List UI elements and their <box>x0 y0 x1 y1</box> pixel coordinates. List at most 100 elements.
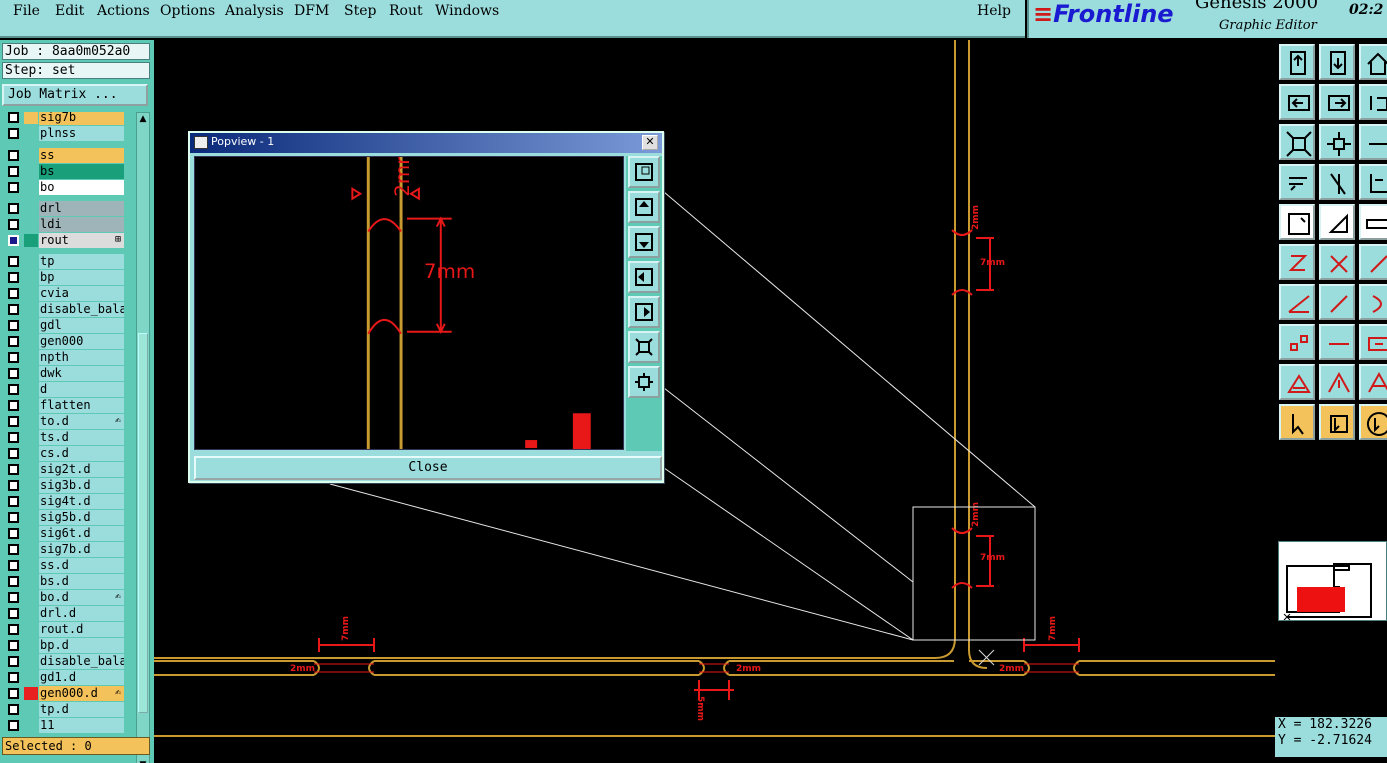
cross-button[interactable] <box>1319 244 1355 280</box>
layer-row[interactable]: ldi <box>2 217 124 232</box>
layer-checkbox[interactable] <box>8 128 19 139</box>
layer-name[interactable]: ts.d <box>39 430 124 445</box>
layer-name[interactable]: npth <box>39 350 124 365</box>
layer-checkbox[interactable] <box>8 150 19 161</box>
popview-close-icon[interactable]: ✕ <box>642 135 658 150</box>
pan-bottom-button[interactable] <box>1319 44 1355 80</box>
layer-checkbox[interactable] <box>8 368 19 379</box>
layer-name[interactable]: tp <box>39 254 124 269</box>
menu-analysis[interactable]: Analysis <box>225 3 284 19</box>
popview-close-button[interactable]: Close <box>194 456 662 480</box>
layer-name[interactable]: cs.d <box>39 446 124 461</box>
layer-checkbox[interactable] <box>8 272 19 283</box>
layer-name[interactable]: gen000 <box>39 334 124 349</box>
layer-row[interactable]: bs <box>2 164 124 179</box>
layer-checkbox[interactable] <box>8 219 19 230</box>
layer-row[interactable]: rout ⊞ <box>2 233 124 248</box>
layer-row[interactable]: gen000.d ✍ <box>2 686 124 701</box>
layer-name[interactable]: sig5b.d <box>39 510 124 525</box>
layer-row[interactable]: ss.d <box>2 558 124 573</box>
layer-name[interactable]: gen000.d ✍ <box>39 686 124 701</box>
scale-1to2-button[interactable] <box>1359 124 1387 160</box>
layer-checkbox[interactable] <box>8 544 19 555</box>
layer-row[interactable]: cvia <box>2 286 124 301</box>
layer-row[interactable]: bs.d <box>2 574 124 589</box>
pv-pan-down-button[interactable] <box>628 226 660 258</box>
window-menu-icon[interactable] <box>194 136 208 149</box>
layer-checkbox[interactable] <box>8 496 19 507</box>
pan-left-button[interactable] <box>1279 84 1315 120</box>
layer-name[interactable]: flatten <box>39 398 124 413</box>
mirror-button[interactable] <box>1359 364 1387 400</box>
ruler-button[interactable] <box>1359 204 1387 240</box>
layer-scrollbar[interactable]: ▲ ▼ <box>136 112 150 763</box>
line-button[interactable] <box>1279 284 1315 320</box>
pv-pan-up-button[interactable] <box>628 191 660 223</box>
layer-checkbox[interactable] <box>8 336 19 347</box>
layer-checkbox[interactable] <box>8 512 19 523</box>
undo-zoom-button[interactable] <box>1359 84 1387 120</box>
move-button[interactable] <box>1279 364 1315 400</box>
layer-row[interactable]: bp <box>2 270 124 285</box>
diag-line-button[interactable] <box>1319 284 1355 320</box>
layer-checkbox[interactable] <box>8 464 19 475</box>
layer-row[interactable]: bo.d ✍ <box>2 590 124 605</box>
measure-tool-button[interactable] <box>1279 164 1315 200</box>
layer-row[interactable]: tp <box>2 254 124 269</box>
layer-row[interactable]: flatten <box>2 398 124 413</box>
menu-actions[interactable]: Actions <box>97 3 150 19</box>
connect-button[interactable] <box>1359 244 1387 280</box>
layer-name[interactable]: drl <box>39 201 124 216</box>
layer-checkbox[interactable] <box>8 608 19 619</box>
layer-name[interactable]: disable_bala <box>39 302 124 317</box>
layer-checkbox[interactable] <box>8 704 19 715</box>
layer-checkbox[interactable] <box>8 576 19 587</box>
menu-dfm[interactable]: DFM <box>294 3 329 19</box>
layer-checkbox[interactable] <box>8 592 19 603</box>
pan-top-button[interactable] <box>1279 44 1315 80</box>
select-obj-button[interactable] <box>1279 204 1315 240</box>
snap-off-button[interactable] <box>1319 164 1355 200</box>
layer-name[interactable]: plnss <box>39 126 124 141</box>
layer-checkbox[interactable] <box>8 528 19 539</box>
layer-row[interactable]: disable_bala <box>2 654 124 669</box>
rotate-button[interactable] <box>1319 364 1355 400</box>
layer-row[interactable]: sig7b.d <box>2 542 124 557</box>
layer-name[interactable]: bo.d ✍ <box>39 590 124 605</box>
layer-name[interactable]: cvia <box>39 286 124 301</box>
layer-name[interactable]: sig7b.d <box>39 542 124 557</box>
overview-minimap[interactable] <box>1278 541 1387 621</box>
layer-row[interactable]: dwk <box>2 366 124 381</box>
layer-name[interactable]: 11 <box>39 718 124 733</box>
layer-name[interactable]: sig7b <box>39 112 124 125</box>
layer-row[interactable]: gdl <box>2 318 124 333</box>
layer-checkbox[interactable] <box>8 288 19 299</box>
layer-name[interactable]: bo <box>39 180 124 195</box>
popview-canvas[interactable]: 2mm 7mm <box>194 156 624 450</box>
arc-button[interactable] <box>1359 284 1387 320</box>
layer-row[interactable]: ss <box>2 148 124 163</box>
layer-row[interactable]: gen000 <box>2 334 124 349</box>
polygon-button[interactable] <box>1319 204 1355 240</box>
layer-checkbox[interactable] <box>8 203 19 214</box>
layer-row[interactable]: ts.d <box>2 430 124 445</box>
layer-name[interactable]: d <box>39 382 124 397</box>
layer-row[interactable]: disable_bala <box>2 302 124 317</box>
pointer-button[interactable] <box>1279 404 1315 440</box>
layer-row[interactable]: to.d ✍ <box>2 414 124 429</box>
layer-row[interactable]: sig2t.d <box>2 462 124 477</box>
layer-color-swatch[interactable] <box>24 112 38 124</box>
layer-row[interactable]: sig6t.d <box>2 526 124 541</box>
layer-checkbox[interactable] <box>8 304 19 315</box>
layer-name[interactable]: bs <box>39 164 124 179</box>
layer-row[interactable]: 11 <box>2 718 124 733</box>
layer-checkbox[interactable] <box>8 112 19 123</box>
layer-checkbox[interactable] <box>8 182 19 193</box>
layer-checkbox[interactable] <box>8 400 19 411</box>
home-button[interactable] <box>1359 44 1387 80</box>
layer-checkbox[interactable] <box>8 672 19 683</box>
layer-checkbox[interactable] <box>8 624 19 635</box>
layer-checkbox[interactable] <box>8 640 19 651</box>
layer-color-swatch[interactable] <box>24 234 38 247</box>
layer-name[interactable]: sig6t.d <box>39 526 124 541</box>
